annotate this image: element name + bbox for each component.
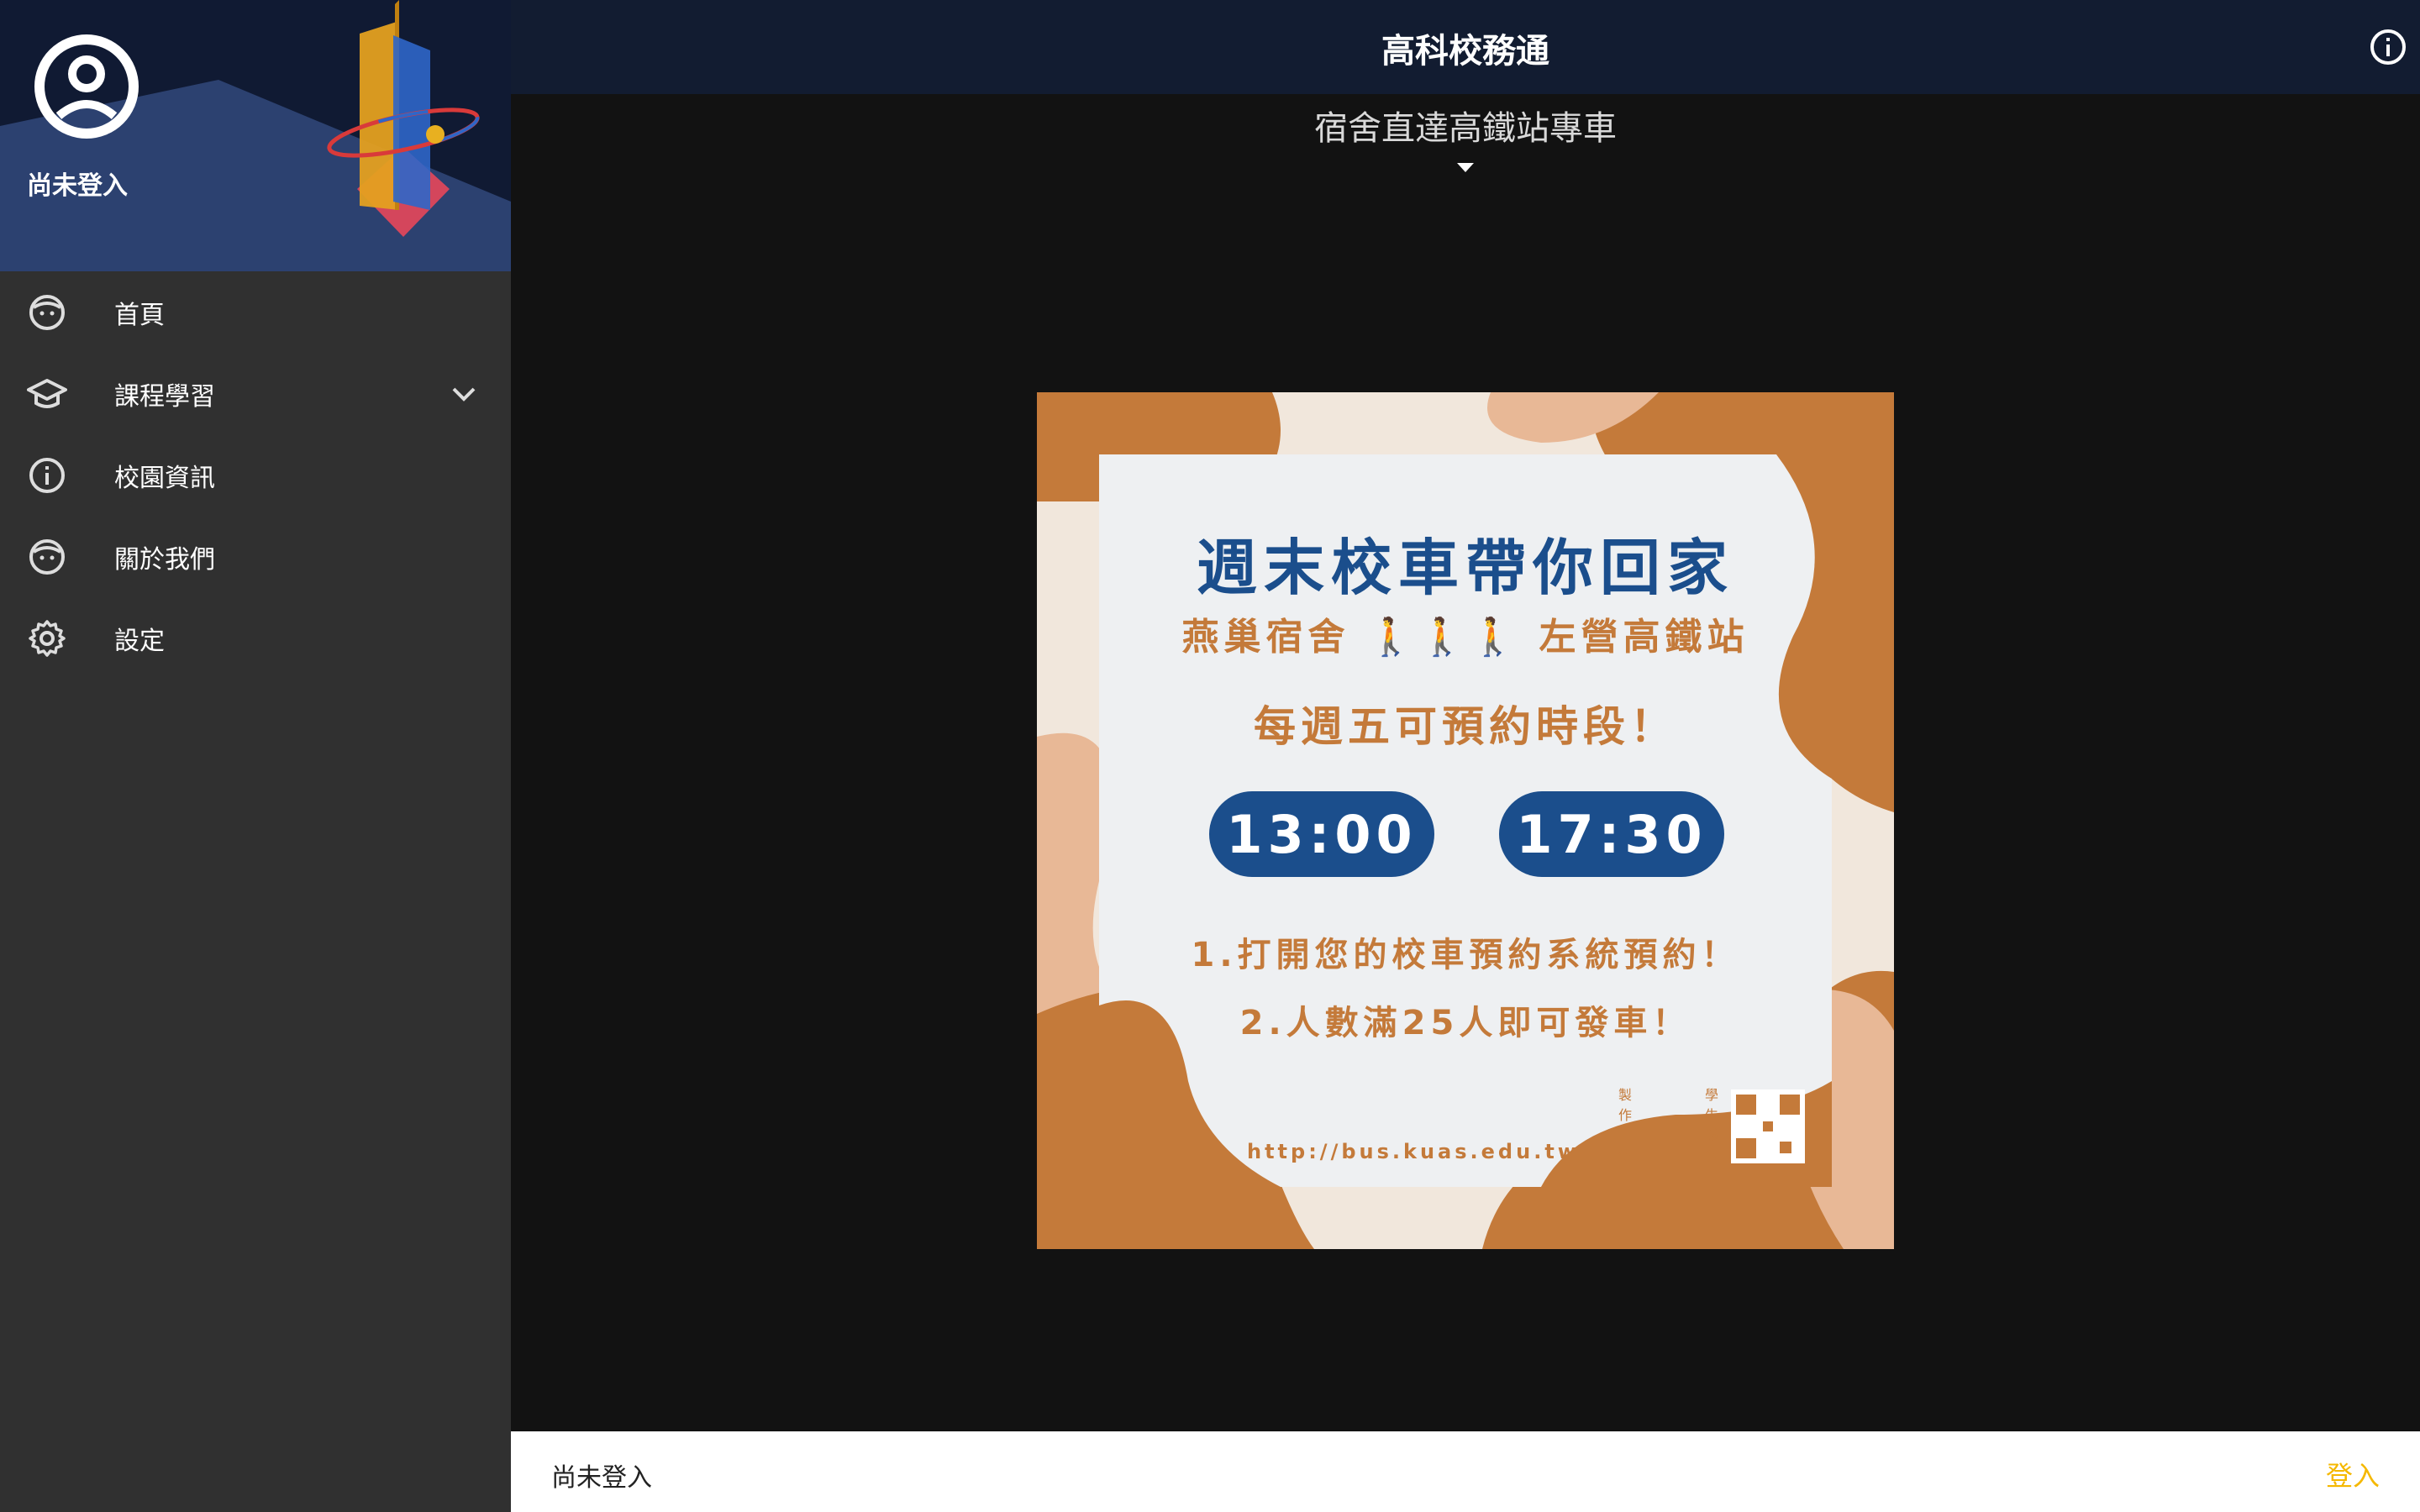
user-status-label: 尚未登入 — [27, 171, 128, 201]
nav-item-campus-info[interactable]: 校園資訊 — [0, 434, 511, 516]
poster-headline: 週末校車帶你回家 — [1196, 533, 1734, 603]
poster-route-to: 左營高鐵站 — [1539, 616, 1749, 659]
nav-label-home: 首頁 — [114, 300, 165, 330]
university-logo — [327, 0, 480, 237]
poster-booking: 每週五可預約時段！ — [1254, 702, 1677, 751]
info-icon — [29, 457, 65, 493]
nav-label-settings: 設定 — [114, 626, 165, 656]
login-button[interactable]: 登入 — [2326, 1455, 2380, 1494]
drawer-header: 尚未登入 — [0, 0, 511, 271]
poster-step-1: 1.打開您的校車預約系統預約！ — [1191, 936, 1740, 974]
nav-item-about[interactable]: 關於我們 — [0, 516, 511, 597]
navigation-drawer: 尚未登入 首頁 課程學習 校園資訊 關於我們 設定 — [0, 0, 511, 1512]
announcement-title[interactable]: 宿舍直達高鐵站專車 — [511, 101, 2420, 150]
nav-label-about: 關於我們 — [114, 544, 215, 575]
login-status-label: 尚未登入 — [551, 1463, 652, 1493]
nav-item-home[interactable]: 首頁 — [0, 271, 511, 353]
poster-step-2: 2.人數滿25人即可發車！ — [1239, 1004, 1691, 1042]
chevron-down-icon[interactable] — [445, 375, 482, 412]
poster-url: http://bus.kuas.edu.tw — [1247, 1140, 1580, 1163]
face-icon — [29, 538, 65, 575]
app-bar: 高科校務通 — [511, 0, 2420, 94]
nav-label-campus-info: 校園資訊 — [114, 463, 215, 493]
page-title: 高科校務通 — [1381, 32, 1549, 71]
nav-item-settings[interactable]: 設定 — [0, 597, 511, 679]
poster-credit-left: 製作宣傳 — [1618, 1087, 1633, 1163]
bottom-bar: 尚未登入 登入 — [511, 1431, 2420, 1512]
poster-route: 燕巢宿舍 🚶🚶🚶 左營高鐵站 — [1037, 606, 1894, 660]
walking-icon: 🚶🚶🚶 — [1367, 616, 1522, 659]
info-icon[interactable] — [2368, 27, 2408, 67]
arrow-drop-down-icon[interactable] — [1453, 160, 1478, 176]
main-content: 宿舍直達高鐵站專車 週末校車帶你回家 燕巢宿舍 🚶🚶🚶 左營高鐵站 每週五可預約… — [511, 94, 2420, 1431]
poster-route-from: 燕巢宿舍 — [1181, 616, 1350, 659]
gear-icon — [29, 619, 66, 657]
poster-time-1: 13:00 — [1226, 804, 1418, 865]
face-icon — [29, 294, 65, 330]
avatar-icon[interactable] — [34, 34, 139, 139]
school-icon — [27, 378, 67, 408]
drawer-nav: 首頁 課程學習 校園資訊 關於我們 設定 — [0, 271, 511, 679]
poster-credit-right: 學生議會 — [1705, 1087, 1719, 1163]
announcement-poster[interactable]: 週末校車帶你回家 燕巢宿舍 🚶🚶🚶 左營高鐵站 每週五可預約時段！ 13:00 … — [1037, 392, 1894, 1249]
poster-time-2: 17:30 — [1516, 804, 1707, 865]
nav-item-courses[interactable]: 課程學習 — [0, 353, 511, 434]
nav-label-courses: 課程學習 — [114, 381, 215, 412]
